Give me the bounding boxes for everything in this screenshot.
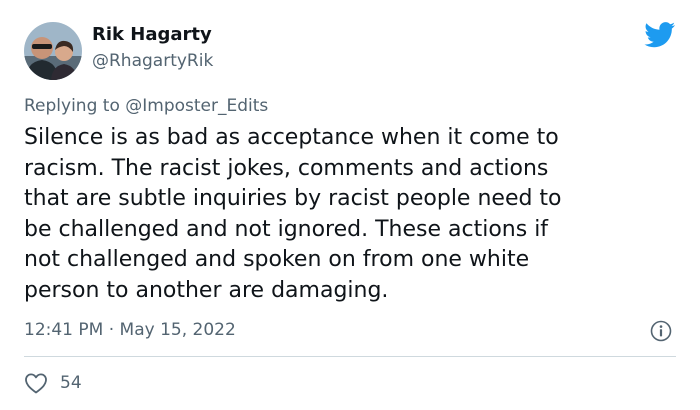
tweet-card: Rik Hagarty @RhagartyRik Replying to @Im… — [0, 0, 700, 410]
divider — [24, 356, 676, 357]
avatar-photo-icon — [24, 22, 82, 80]
reply-target-link[interactable]: @Imposter_Edits — [125, 96, 268, 116]
avatar[interactable] — [24, 22, 82, 80]
heart-icon[interactable] — [24, 372, 48, 394]
replying-to: Replying to @Imposter_Edits — [24, 96, 268, 116]
twitter-bird-icon[interactable] — [644, 22, 676, 48]
tweet-text: Silence is as bad as acceptance when it … — [24, 125, 562, 303]
author-handle[interactable]: @RhagartyRik — [92, 51, 213, 71]
tweet-timestamp[interactable]: 12:41 PM · May 15, 2022 — [24, 320, 236, 340]
info-icon[interactable] — [650, 320, 672, 342]
author-name[interactable]: Rik Hagarty — [92, 24, 212, 45]
like-count: 54 — [60, 373, 82, 393]
like-action[interactable]: 54 — [24, 372, 82, 394]
replying-prefix: Replying to — [24, 96, 126, 116]
